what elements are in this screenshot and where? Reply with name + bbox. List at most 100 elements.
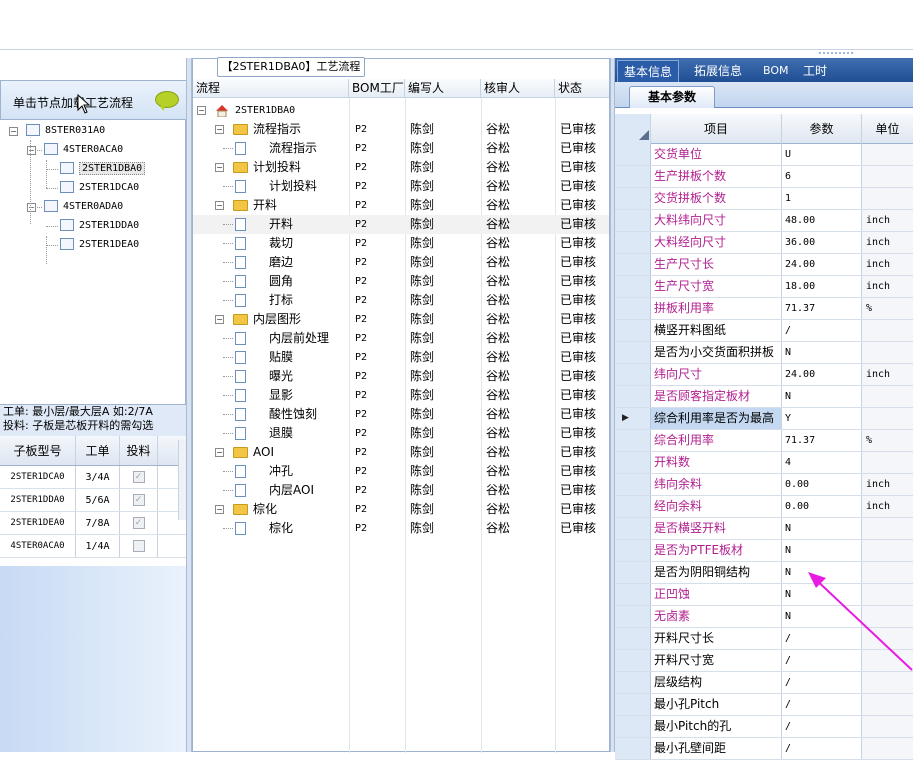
param-value[interactable]: N — [782, 540, 862, 561]
param-value[interactable]: N — [782, 342, 862, 363]
row-indicator[interactable] — [615, 650, 651, 671]
row-indicator[interactable] — [615, 166, 651, 187]
row-indicator[interactable] — [615, 452, 651, 473]
tab-work-hours[interactable]: 工时 — [803, 60, 827, 82]
table-row[interactable]: 2STER1DDA0 5/6A ✓ — [0, 489, 186, 512]
row-indicator[interactable] — [615, 254, 651, 275]
param-row[interactable]: 最小孔壁间距 / — [615, 738, 913, 760]
flow-row[interactable]: 打标 P2 陈剑 谷松 已审核 — [193, 291, 609, 310]
param-value[interactable]: 24.00 — [782, 364, 862, 385]
param-value[interactable]: 71.37 — [782, 430, 862, 451]
param-row[interactable]: 交货单位 U — [615, 144, 913, 166]
param-value[interactable]: 24.00 — [782, 254, 862, 275]
param-value[interactable]: 48.00 — [782, 210, 862, 231]
flow-row[interactable]: 退膜 P2 陈剑 谷松 已审核 — [193, 424, 609, 443]
param-row[interactable]: 交货拼板个数 1 — [615, 188, 913, 210]
col-header-order[interactable]: 工单 — [76, 436, 120, 465]
collapse-icon[interactable]: − — [215, 125, 224, 134]
param-value[interactable]: 4 — [782, 452, 862, 473]
param-value[interactable]: / — [782, 716, 862, 737]
col-header-unit[interactable]: 单位 — [862, 114, 913, 144]
param-row[interactable]: 生产拼板个数 6 — [615, 166, 913, 188]
param-value[interactable]: 6 — [782, 166, 862, 187]
tab-bom[interactable]: BOM — [763, 60, 789, 82]
row-indicator[interactable] — [615, 606, 651, 627]
row-indicator[interactable] — [615, 716, 651, 737]
param-row[interactable]: 最小Pitch的孔 / — [615, 716, 913, 738]
tree-node[interactable]: 2STER1DCA0 — [60, 179, 139, 197]
table-row[interactable]: 2STER1DEA0 7/8A ✓ — [0, 512, 186, 535]
param-value[interactable]: 36.00 — [782, 232, 862, 253]
param-value[interactable]: 1 — [782, 188, 862, 209]
param-row[interactable]: 生产尺寸宽 18.00 inch — [615, 276, 913, 298]
row-indicator[interactable] — [615, 738, 651, 759]
param-value[interactable]: N — [782, 518, 862, 539]
param-value[interactable]: / — [782, 694, 862, 715]
row-indicator[interactable] — [615, 298, 651, 319]
col-header-reviewer[interactable]: 核审人 — [481, 79, 555, 97]
param-value[interactable]: 0.00 — [782, 474, 862, 495]
flow-row[interactable]: 开料 P2 陈剑 谷松 已审核 — [193, 215, 609, 234]
flow-row[interactable]: 内层前处理 P2 陈剑 谷松 已审核 — [193, 329, 609, 348]
collapse-icon[interactable]: − — [215, 163, 224, 172]
table-row[interactable]: 2STER1DCA0 3/4A ✓ — [0, 466, 186, 489]
param-row[interactable]: 大料纬向尺寸 48.00 inch — [615, 210, 913, 232]
feed-checkbox[interactable]: ✓ — [132, 471, 145, 483]
param-value[interactable]: N — [782, 386, 862, 407]
param-row[interactable]: ▶ 综合利用率是否为最高 Y — [615, 408, 913, 430]
col-header-factory[interactable]: BOM工厂 — [349, 79, 405, 97]
row-indicator[interactable] — [615, 144, 651, 165]
param-value[interactable]: U — [782, 144, 862, 165]
collapse-icon[interactable]: − — [215, 448, 224, 457]
param-row[interactable]: 经向余料 0.00 inch — [615, 496, 913, 518]
load-hint-header[interactable]: 单击节点加载工艺流程 — [0, 80, 188, 120]
feed-checkbox[interactable] — [132, 540, 145, 552]
tree-node[interactable]: 2STER1DBA0 — [60, 160, 146, 178]
col-header-status[interactable]: 状态 — [555, 79, 609, 97]
flow-row[interactable]: − 流程指示 P2 陈剑 谷松 已审核 — [193, 120, 609, 139]
param-row[interactable]: 纬向尺寸 24.00 inch — [615, 364, 913, 386]
row-indicator[interactable] — [615, 188, 651, 209]
tree-node[interactable]: 2STER1DEA0 — [60, 236, 139, 254]
param-row[interactable]: 拼板利用率 71.37% — [615, 298, 913, 320]
flow-row[interactable]: 显影 P2 陈剑 谷松 已审核 — [193, 386, 609, 405]
flow-row[interactable]: 内层AOI P2 陈剑 谷松 已审核 — [193, 481, 609, 500]
tree-node[interactable]: 4STER0ADA0 — [44, 198, 123, 216]
flow-row[interactable]: 酸性蚀刻 P2 陈剑 谷松 已审核 — [193, 405, 609, 424]
flow-row[interactable]: − AOI P2 陈剑 谷松 已审核 — [193, 443, 609, 462]
param-value[interactable]: 71.37 — [782, 298, 862, 319]
row-indicator[interactable] — [615, 430, 651, 451]
row-indicator[interactable]: ▶ — [615, 408, 651, 429]
row-indicator[interactable] — [615, 540, 651, 561]
param-row[interactable]: 综合利用率 71.37% — [615, 430, 913, 452]
flow-row[interactable]: 曝光 P2 陈剑 谷松 已审核 — [193, 367, 609, 386]
feed-checkbox[interactable]: ✓ — [132, 517, 145, 529]
col-header-item[interactable]: 项目 — [651, 114, 782, 144]
collapse-icon[interactable]: − — [9, 127, 18, 136]
tab-basic-params[interactable]: 基本参数 — [629, 86, 715, 108]
speech-bubble-icon[interactable] — [155, 91, 179, 111]
row-indicator[interactable] — [615, 342, 651, 363]
tree-node[interactable]: 4STER0ACA0 — [44, 141, 123, 159]
param-value[interactable]: 18.00 — [782, 276, 862, 297]
flow-row[interactable]: − 棕化 P2 陈剑 谷松 已审核 — [193, 500, 609, 519]
param-row[interactable]: 是否为小交货面积拼板 N — [615, 342, 913, 364]
row-indicator[interactable] — [615, 562, 651, 583]
tree-node[interactable]: 2STER1DDA0 — [60, 217, 139, 235]
param-row[interactable]: 纬向余料 0.00 inch — [615, 474, 913, 496]
param-row[interactable]: 是否为PTFE板材 N — [615, 540, 913, 562]
col-header-feed[interactable]: 投料 — [120, 436, 158, 465]
collapse-icon[interactable]: − — [215, 201, 224, 210]
flow-row[interactable]: 磨边 P2 陈剑 谷松 已审核 — [193, 253, 609, 272]
row-indicator[interactable] — [615, 276, 651, 297]
row-indicator[interactable] — [615, 364, 651, 385]
flow-root-row[interactable]: − 2STER1DBA0 — [193, 101, 609, 120]
flow-row[interactable]: 裁切 P2 陈剑 谷松 已审核 — [193, 234, 609, 253]
tab-basic-info[interactable]: 基本信息 — [617, 60, 680, 82]
collapse-icon[interactable]: − — [215, 315, 224, 324]
param-value[interactable]: Y — [782, 408, 862, 429]
param-row[interactable]: 大料经向尺寸 36.00 inch — [615, 232, 913, 254]
row-indicator[interactable] — [615, 628, 651, 649]
flow-row[interactable]: 棕化 P2 陈剑 谷松 已审核 — [193, 519, 609, 538]
flow-row[interactable]: − 开料 P2 陈剑 谷松 已审核 — [193, 196, 609, 215]
